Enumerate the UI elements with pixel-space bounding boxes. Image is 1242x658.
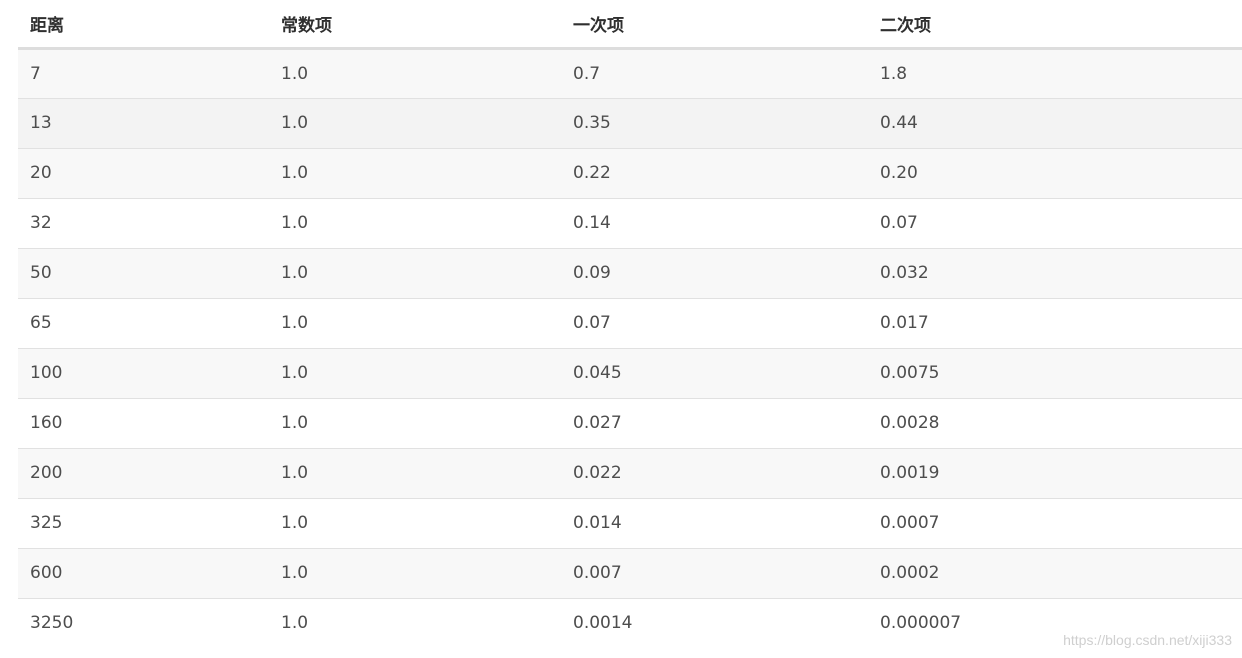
cell-linear: 0.014	[573, 513, 622, 533]
cell-distance: 100	[30, 363, 63, 383]
header-linear: 一次项	[561, 0, 868, 50]
cell-distance: 50	[30, 263, 52, 283]
cell-linear: 0.045	[573, 363, 622, 383]
table-row: 7 1.0 0.7 1.8	[18, 48, 1242, 98]
cell-linear: 0.007	[573, 563, 622, 583]
cell-constant: 1.0	[281, 563, 309, 583]
table-row: 3250 1.0 0.0014 0.000007	[18, 598, 1242, 648]
header-row: 距离 常数项 一次项 二次项	[18, 0, 1242, 50]
cell-linear: 0.09	[573, 263, 611, 283]
table-row: 325 1.0 0.014 0.0007	[18, 498, 1242, 548]
cell-distance: 160	[30, 413, 63, 433]
cell-constant: 1.0	[281, 163, 309, 183]
cell-linear: 0.07	[573, 313, 611, 333]
table-header: 距离 常数项 一次项 二次项	[18, 0, 1242, 50]
table-row: 100 1.0 0.045 0.0075	[18, 348, 1242, 398]
table-row: 200 1.0 0.022 0.0019	[18, 448, 1242, 498]
cell-distance: 32	[30, 213, 52, 233]
cell-constant: 1.0	[281, 213, 309, 233]
cell-constant: 1.0	[281, 613, 309, 634]
table-body: 7 1.0 0.7 1.8 13 1.0 0.35 0.44 20 1.0 0.22 0.20 32 1.…	[18, 48, 1242, 648]
cell-distance: 600	[30, 563, 63, 583]
cell-quadratic: 0.0019	[880, 463, 940, 483]
cell-quadratic: 0.44	[880, 113, 918, 133]
cell-quadratic: 0.0075	[880, 363, 940, 383]
cell-distance: 13	[30, 113, 52, 133]
cell-linear: 0.14	[573, 213, 611, 233]
table-row: 13 1.0 0.35 0.44	[18, 98, 1242, 148]
cell-quadratic: 0.20	[880, 163, 918, 183]
cell-linear: 0.35	[573, 113, 611, 133]
cell-distance: 3250	[30, 613, 74, 634]
cell-distance: 20	[30, 163, 52, 183]
table-row: 32 1.0 0.14 0.07	[18, 198, 1242, 248]
cell-quadratic: 0.0028	[880, 413, 940, 433]
cell-distance: 65	[30, 313, 52, 333]
cell-quadratic: 1.8	[880, 63, 908, 84]
cell-linear: 0.22	[573, 163, 611, 183]
table-row: 65 1.0 0.07 0.017	[18, 298, 1242, 348]
cell-quadratic: 0.017	[880, 313, 929, 333]
cell-linear: 0.027	[573, 413, 622, 433]
table-row: 160 1.0 0.027 0.0028	[18, 398, 1242, 448]
cell-distance: 200	[30, 463, 63, 483]
cell-constant: 1.0	[281, 313, 309, 333]
cell-quadratic: 0.0007	[880, 513, 940, 533]
cell-quadratic: 0.032	[880, 263, 929, 283]
cell-constant: 1.0	[281, 263, 309, 283]
table-row: 20 1.0 0.22 0.20	[18, 148, 1242, 198]
table-row: 50 1.0 0.09 0.032	[18, 248, 1242, 298]
watermark: https://blog.csdn.net/xiji333	[1063, 632, 1232, 648]
cell-constant: 1.0	[281, 363, 309, 383]
cell-linear: 0.022	[573, 463, 622, 483]
attenuation-table: 距离 常数项 一次项 二次项 7 1.0 0.7 1.8 13 1.0 0.35 0.44 20…	[18, 0, 1242, 648]
cell-quadratic: 0.07	[880, 213, 918, 233]
cell-linear: 0.0014	[573, 613, 633, 634]
cell-constant: 1.0	[281, 113, 309, 133]
cell-linear: 0.7	[573, 63, 601, 84]
header-quadratic: 二次项	[868, 0, 1242, 50]
cell-distance: 325	[30, 513, 63, 533]
header-constant: 常数项	[269, 0, 561, 50]
cell-distance: 7	[30, 63, 41, 84]
cell-constant: 1.0	[281, 463, 309, 483]
cell-constant: 1.0	[281, 63, 309, 84]
cell-constant: 1.0	[281, 413, 309, 433]
header-distance: 距离	[18, 0, 269, 50]
table-row: 600 1.0 0.007 0.0002	[18, 548, 1242, 598]
cell-quadratic: 0.0002	[880, 563, 940, 583]
cell-constant: 1.0	[281, 513, 309, 533]
